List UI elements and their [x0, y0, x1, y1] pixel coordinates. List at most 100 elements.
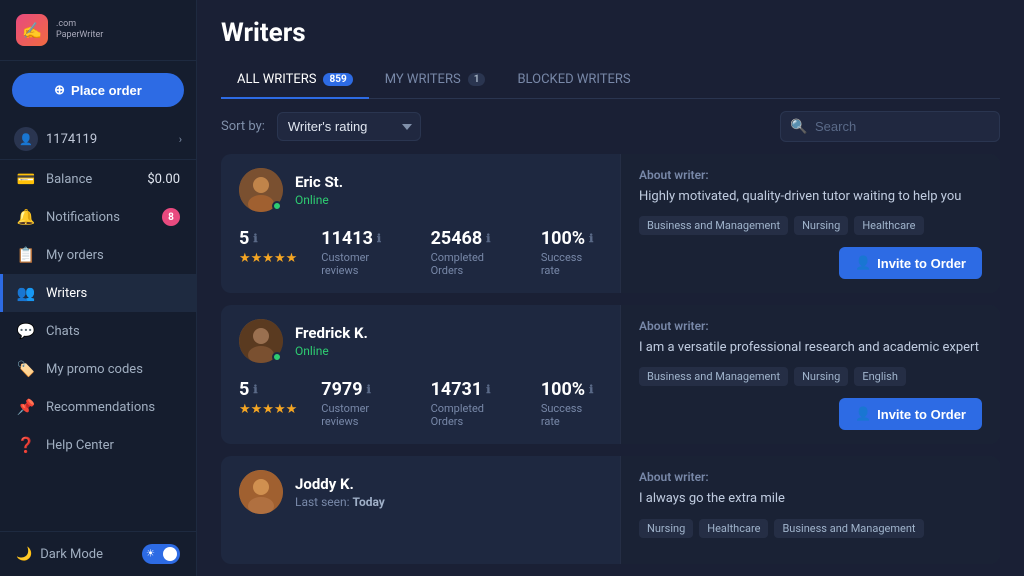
invite-to-order-button-fredrick[interactable]: 👤 Invite to Order — [839, 398, 982, 430]
sort-select[interactable]: Writer's rating Price Orders completed S… — [277, 112, 421, 141]
tag: Business and Management — [639, 367, 788, 386]
stat-reviews: 7979 ℹ Customer reviews — [321, 379, 406, 428]
writer-card-eric: Eric St. Online 5 ℹ ★★★★★ 11413 — [221, 154, 1000, 293]
bell-icon: 🔔 — [16, 208, 36, 226]
info-icon: ℹ — [253, 383, 257, 396]
writer-info-top: Joddy K. Last seen: Today — [239, 470, 602, 514]
sidebar-item-my-orders[interactable]: 📋 My orders — [0, 236, 196, 274]
writer-meta: Eric St. Online — [295, 173, 343, 207]
my-writers-badge: 1 — [468, 73, 486, 86]
writer-card-joddy: Joddy K. Last seen: Today About writer: … — [221, 456, 1000, 563]
writer-name: Fredrick K. — [295, 324, 368, 342]
tag: Business and Management — [774, 519, 923, 538]
writer-left-joddy: Joddy K. Last seen: Today — [221, 456, 620, 563]
orders-icon: 📋 — [16, 246, 36, 264]
user-profile-row[interactable]: 👤 1174119 › — [0, 119, 196, 160]
info-icon-reviews: ℹ — [377, 232, 381, 245]
chevron-right-icon: › — [179, 133, 182, 146]
info-icon-success: ℹ — [589, 232, 593, 245]
tab-all-writers[interactable]: ALL WRITERS 859 — [221, 62, 369, 99]
sidebar-item-help-center[interactable]: ❓ Help Center — [0, 426, 196, 464]
dark-mode-toggle[interactable]: ☀ — [142, 544, 180, 564]
stat-success: 100% ℹ Success rate — [541, 228, 602, 277]
sidebar-item-recommendations[interactable]: 📌 Recommendations — [0, 388, 196, 426]
sidebar-item-chats[interactable]: 💬 Chats — [0, 312, 196, 350]
writer-status: Online — [295, 193, 343, 207]
recommendations-icon: 📌 — [16, 398, 36, 416]
tab-my-writers[interactable]: MY WRITERS 1 — [369, 62, 502, 99]
avatar-fredrick — [239, 319, 283, 363]
writer-right-fredrick: About writer: I am a versatile professio… — [620, 305, 1000, 444]
writer-name: Eric St. — [295, 173, 343, 191]
avatar-joddy — [239, 470, 283, 514]
writers-list: Eric St. Online 5 ℹ ★★★★★ 11413 — [197, 154, 1024, 576]
about-text: I always go the extra mile — [639, 490, 982, 508]
search-box: 🔍 — [780, 111, 1000, 142]
logo-subtext: .com — [56, 19, 103, 30]
stat-success: 100% ℹ Success rate — [541, 379, 602, 428]
info-icon-reviews: ℹ — [367, 383, 371, 396]
about-text: Highly motivated, quality-driven tutor w… — [639, 188, 982, 206]
promo-icon: 🏷️ — [16, 360, 36, 378]
sidebar-item-writers[interactable]: 👥 Writers — [0, 274, 196, 312]
main-content: Writers ALL WRITERS 859 MY WRITERS 1 BLO… — [197, 0, 1024, 576]
chats-icon: 💬 — [16, 322, 36, 340]
page-header: Writers ALL WRITERS 859 MY WRITERS 1 BLO… — [197, 0, 1024, 99]
balance-icon: 💳 — [16, 170, 36, 188]
toolbar: Sort by: Writer's rating Price Orders co… — [197, 99, 1024, 154]
writer-stats: 5 ℹ ★★★★★ 11413 ℹ Customer reviews — [239, 228, 602, 277]
info-icon-success: ℹ — [589, 383, 593, 396]
sidebar-item-notifications[interactable]: 🔔 Notifications 8 — [0, 198, 196, 236]
sidebar-item-balance[interactable]: 💳 Balance $0.00 — [0, 160, 196, 198]
info-icon-orders: ℹ — [486, 383, 490, 396]
avatar-eric — [239, 168, 283, 212]
dark-mode-toggle-row: 🌙 Dark Mode ☀ — [0, 531, 196, 576]
search-icon: 🔍 — [790, 119, 807, 135]
tag: Nursing — [639, 519, 693, 538]
reviews-label: Customer reviews — [321, 402, 406, 428]
logo-area: ✍️ .com PaperWriter — [0, 0, 196, 61]
stat-orders: 25468 ℹ Completed Orders — [431, 228, 517, 277]
orders-label: Completed Orders — [431, 402, 517, 428]
writer-status: Last seen: Today — [295, 495, 385, 509]
online-indicator — [272, 352, 282, 362]
logo-icon: ✍️ — [16, 14, 48, 46]
writer-status: Online — [295, 344, 368, 358]
writer-left-eric: Eric St. Online 5 ℹ ★★★★★ 11413 — [221, 154, 620, 293]
stat-rating: 5 ℹ ★★★★★ — [239, 228, 297, 266]
info-icon-orders: ℹ — [486, 232, 490, 245]
writer-card-fredrick: Fredrick K. Online 5 ℹ ★★★★★ 7979 — [221, 305, 1000, 444]
sort-label: Sort by: — [221, 119, 265, 134]
tag: Healthcare — [699, 519, 768, 538]
avatar: 👤 — [14, 127, 38, 151]
stars: ★★★★★ — [239, 402, 297, 417]
stat-rating: 5 ℹ ★★★★★ — [239, 379, 297, 417]
search-input[interactable] — [780, 111, 1000, 142]
help-icon: ❓ — [16, 436, 36, 454]
tag: Business and Management — [639, 216, 788, 235]
info-icon: ℹ — [253, 232, 257, 245]
user-plus-icon: 👤 — [855, 406, 871, 422]
writer-info-top: Eric St. Online — [239, 168, 602, 212]
tags: Nursing Healthcare Business and Manageme… — [639, 519, 982, 538]
tags: Business and Management Nursing English — [639, 367, 982, 386]
writer-stats: 5 ℹ ★★★★★ 7979 ℹ Customer reviews — [239, 379, 602, 428]
writer-right-eric: About writer: Highly motivated, quality-… — [620, 154, 1000, 293]
about-label: About writer: — [639, 470, 982, 484]
logo-text: .com PaperWriter — [56, 19, 103, 41]
invite-to-order-button-eric[interactable]: 👤 Invite to Order — [839, 247, 982, 279]
about-text: I am a versatile professional research a… — [639, 339, 982, 357]
all-writers-badge: 859 — [323, 73, 352, 86]
sidebar-item-promo-codes[interactable]: 🏷️ My promo codes — [0, 350, 196, 388]
tab-blocked-writers[interactable]: BLOCKED WRITERS — [501, 62, 646, 99]
sidebar: ✍️ .com PaperWriter ⊕ Place order 👤 1174… — [0, 0, 197, 576]
tabs-bar: ALL WRITERS 859 MY WRITERS 1 BLOCKED WRI… — [221, 62, 1000, 99]
stat-orders: 14731 ℹ Completed Orders — [431, 379, 517, 428]
place-order-button[interactable]: ⊕ Place order — [12, 73, 184, 107]
user-plus-icon: 👤 — [855, 255, 871, 271]
toggle-icon: ☀ — [146, 549, 155, 560]
about-section: About writer: I am a versatile professio… — [639, 319, 982, 398]
plus-icon: ⊕ — [54, 82, 65, 98]
moon-icon: 🌙 — [16, 547, 32, 562]
tag: English — [854, 367, 906, 386]
